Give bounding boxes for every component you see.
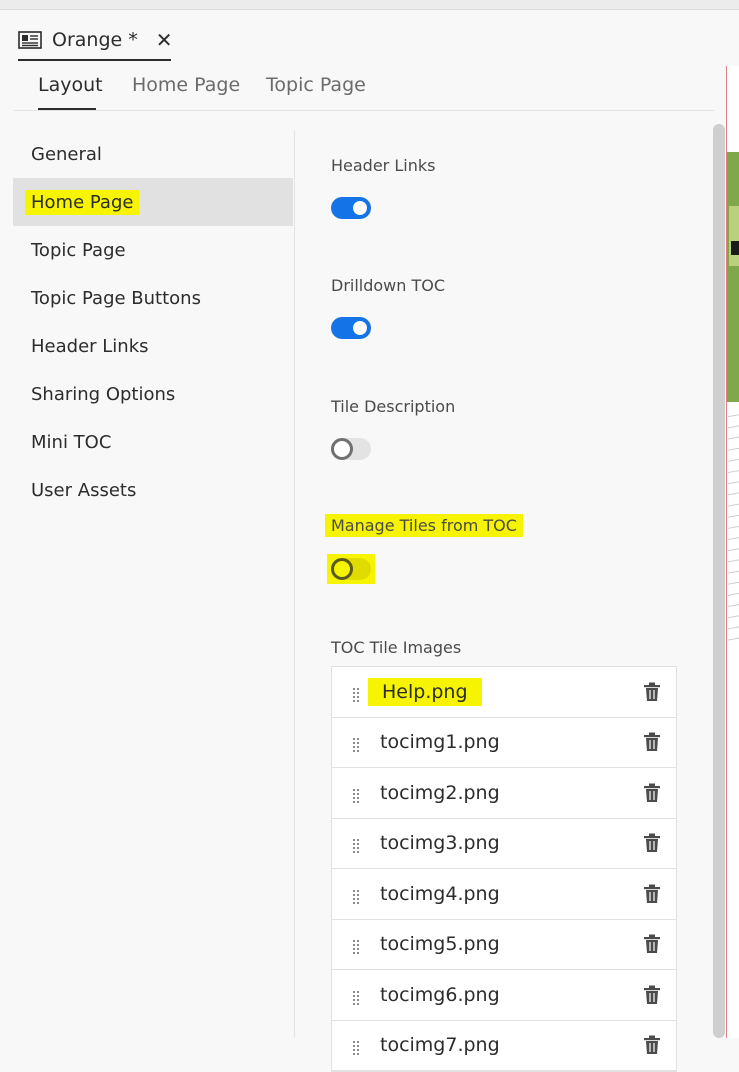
tile-image-row[interactable]: tocimg4.png [332, 869, 676, 920]
manage-tiles-label-text: Manage Tiles from TOC [325, 514, 523, 537]
sidebar-item-general[interactable]: General [13, 130, 293, 178]
tile-image-name: tocimg1.png [380, 731, 500, 754]
trash-icon[interactable] [643, 682, 661, 702]
tile-image-row[interactable]: tocimg5.png [332, 920, 676, 970]
sidebar-item-mini-toc[interactable]: Mini TOC [13, 418, 293, 466]
tile-description-toggle[interactable] [331, 438, 371, 460]
tile-image-name: tocimg2.png [380, 781, 500, 804]
tab-home-page[interactable]: Home Page [132, 74, 240, 96]
drilldown-toc-toggle[interactable] [331, 317, 371, 339]
sidebar-item-header-links[interactable]: Header Links [13, 322, 293, 370]
tile-description-label: Tile Description [331, 397, 456, 416]
trash-icon[interactable] [643, 884, 661, 904]
sidebar-item-label: Header Links [31, 335, 149, 357]
toc-tile-images-list: Help.png tocimg1.png tocimg2.png tocimg3.pn… [331, 666, 677, 1072]
drilldown-toc-label: Drilldown TOC [331, 276, 446, 295]
trash-icon[interactable] [643, 783, 661, 803]
trash-icon[interactable] [643, 833, 661, 853]
sidebar-item-label: Home Page [25, 189, 140, 215]
close-icon[interactable]: ✕ [156, 28, 173, 52]
drag-handle-icon[interactable] [352, 786, 360, 803]
sidebar-item-topic-page[interactable]: Topic Page [13, 226, 293, 274]
preview-image-detail [731, 241, 739, 255]
trash-icon[interactable] [643, 985, 661, 1005]
trash-icon[interactable] [643, 1035, 661, 1055]
tile-image-name: tocimg5.png [380, 933, 500, 956]
sidebar-item-user-assets[interactable]: User Assets [13, 466, 293, 514]
settings-tabs: Layout Home Page Topic Page [14, 62, 714, 111]
document-tab-title: Orange * [52, 29, 138, 51]
document-tab-underline [18, 59, 171, 61]
sidebar-item-sharing-options[interactable]: Sharing Options [13, 370, 293, 418]
drag-handle-icon[interactable] [352, 836, 360, 854]
tile-image-name: tocimg6.png [380, 983, 500, 1006]
tile-image-row[interactable]: tocimg7.png [332, 1021, 676, 1071]
manage-tiles-label: Manage Tiles from TOC [325, 514, 523, 537]
drag-handle-icon[interactable] [352, 735, 360, 753]
sidebar-item-label: General [31, 143, 102, 165]
sidebar-item-label: Mini TOC [31, 431, 112, 453]
trash-icon[interactable] [643, 934, 661, 954]
tile-image-row[interactable]: tocimg1.png [332, 718, 676, 768]
tab-layout[interactable]: Layout [38, 74, 103, 96]
trash-icon[interactable] [643, 732, 661, 752]
preview-image [727, 152, 739, 402]
preview-image-highlight [729, 206, 739, 266]
sidebar-item-label: User Assets [31, 479, 137, 501]
tile-image-name: Help.png [368, 677, 482, 706]
drag-handle-icon[interactable] [352, 685, 360, 702]
manage-tiles-toggle[interactable] [331, 558, 371, 580]
drag-handle-icon[interactable] [352, 988, 360, 1005]
sidebar-item-topic-page-buttons[interactable]: Topic Page Buttons [13, 274, 293, 322]
panel-divider [294, 130, 295, 1038]
header-links-label: Header Links [331, 156, 436, 175]
tab-topic-page[interactable]: Topic Page [266, 74, 366, 96]
sidebar-item-label: Topic Page [31, 239, 126, 261]
tab-active-indicator [38, 108, 96, 110]
tile-image-row[interactable]: tocimg6.png [332, 970, 676, 1021]
tile-image-row[interactable]: Help.png [332, 667, 676, 718]
header-links-toggle[interactable] [331, 197, 371, 219]
tile-image-name: tocimg4.png [380, 882, 500, 905]
document-icon [18, 31, 42, 49]
document-tab[interactable]: Orange * ✕ [18, 20, 173, 60]
tile-image-row[interactable]: tocimg3.png [332, 819, 676, 869]
preview-sketch [728, 406, 739, 646]
toc-tile-images-label: TOC Tile Images [331, 638, 462, 657]
window-top-strip [0, 0, 739, 10]
tile-image-name: tocimg3.png [380, 832, 500, 855]
sidebar-item-label: Topic Page Buttons [31, 287, 201, 309]
sidebar-item-label: Sharing Options [31, 383, 176, 405]
tile-image-row[interactable]: tocimg2.png [332, 768, 676, 819]
drag-handle-icon[interactable] [352, 1038, 360, 1056]
preview-pane [726, 66, 739, 1038]
vertical-scrollbar[interactable] [713, 124, 725, 1038]
sidebar-item-home-page[interactable]: Home Page [13, 178, 293, 226]
drag-handle-icon[interactable] [352, 937, 360, 955]
drag-handle-icon[interactable] [352, 887, 360, 904]
